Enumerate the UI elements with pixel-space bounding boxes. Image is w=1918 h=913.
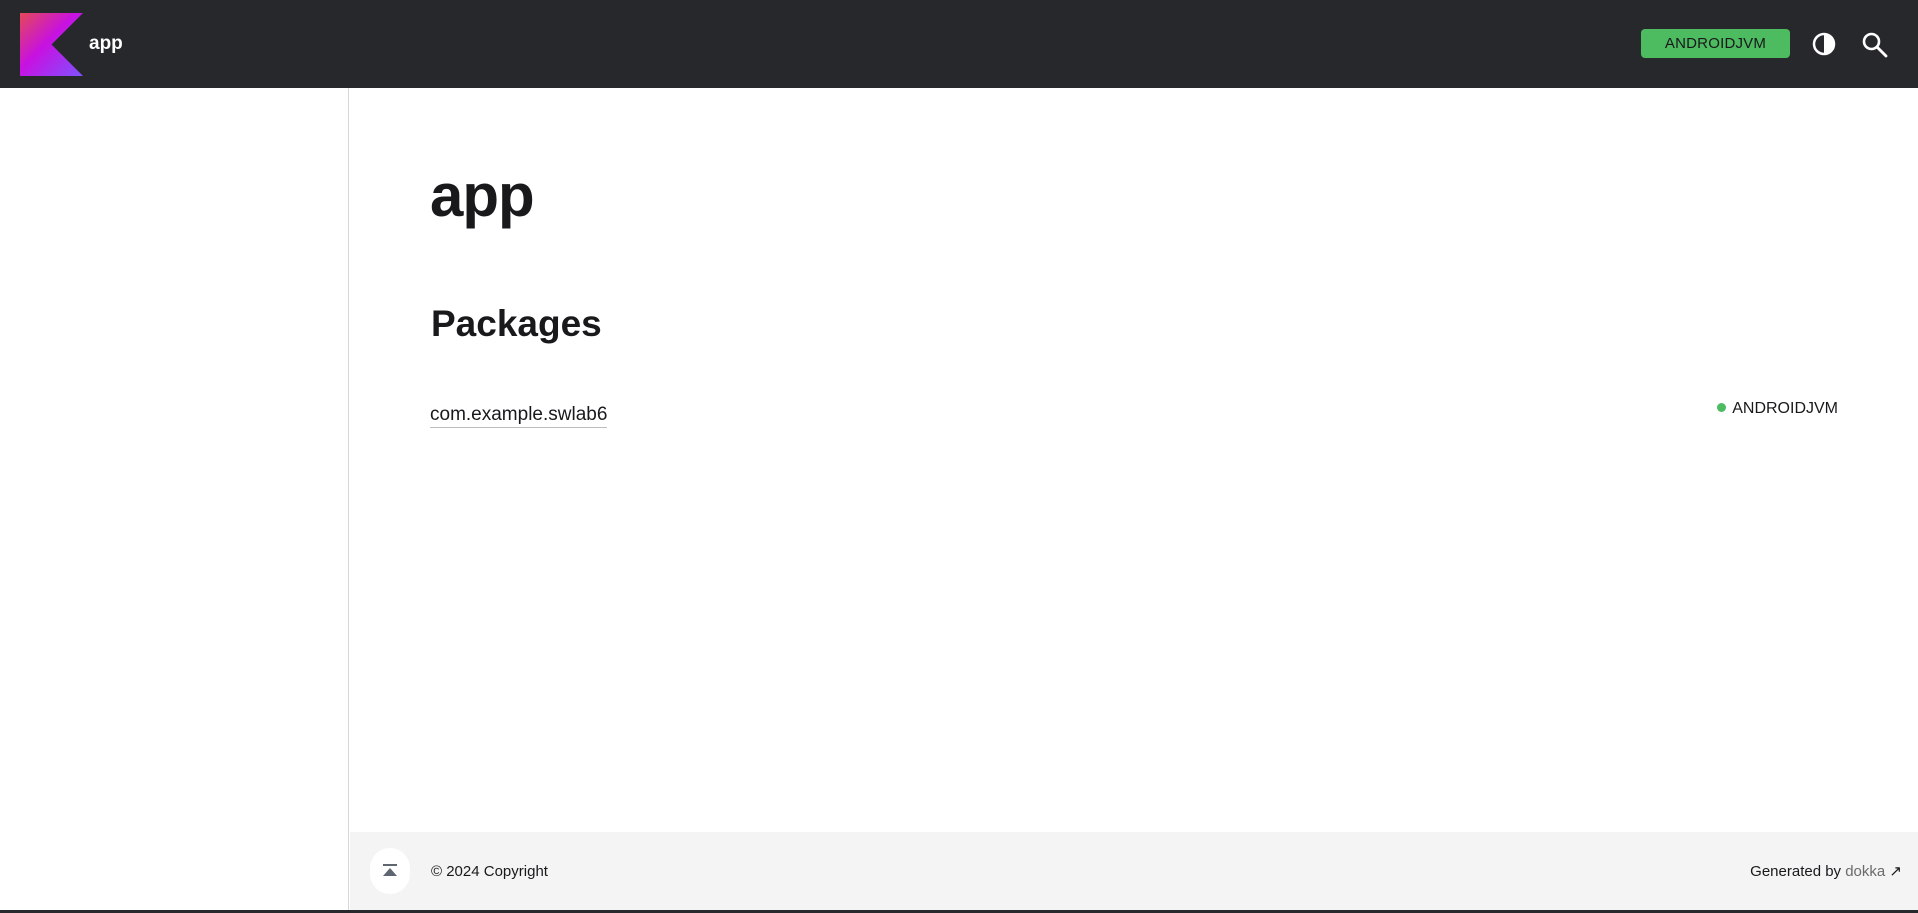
scroll-to-top-button[interactable]	[370, 848, 410, 894]
packages-heading: Packages	[431, 303, 602, 344]
dokka-link[interactable]: dokka	[1845, 863, 1885, 880]
top-navigation-bar: app ANDROIDJVM	[0, 0, 1918, 88]
main-content: app Packages com.example.swlab6 ANDROIDJ…	[350, 88, 1918, 832]
platform-filter-button[interactable]: ANDROIDJVM	[1641, 29, 1790, 58]
theme-toggle-icon[interactable]	[1811, 31, 1837, 57]
app-name[interactable]: app	[89, 31, 123, 57]
page-title: app	[430, 162, 535, 229]
footer: © 2024 Copyright Generated by dokka ↗	[350, 832, 1918, 910]
scroll-to-top-icon	[383, 864, 397, 876]
search-icon[interactable]	[1861, 31, 1888, 58]
external-link-icon[interactable]: ↗	[1889, 863, 1902, 880]
generated-by-prefix: Generated by	[1750, 863, 1846, 880]
generated-by: Generated by dokka ↗	[1750, 862, 1902, 882]
sidebar	[0, 88, 349, 913]
copyright-text: © 2024 Copyright	[431, 863, 548, 880]
kotlin-logo[interactable]	[20, 13, 83, 76]
package-row: com.example.swlab6 ANDROIDJVM	[430, 398, 1838, 438]
package-link[interactable]: com.example.swlab6	[430, 403, 608, 428]
platform-tag-label: ANDROIDJVM	[1732, 400, 1838, 417]
platform-tag: ANDROIDJVM	[1717, 398, 1838, 420]
platform-dot-icon	[1717, 403, 1727, 412]
